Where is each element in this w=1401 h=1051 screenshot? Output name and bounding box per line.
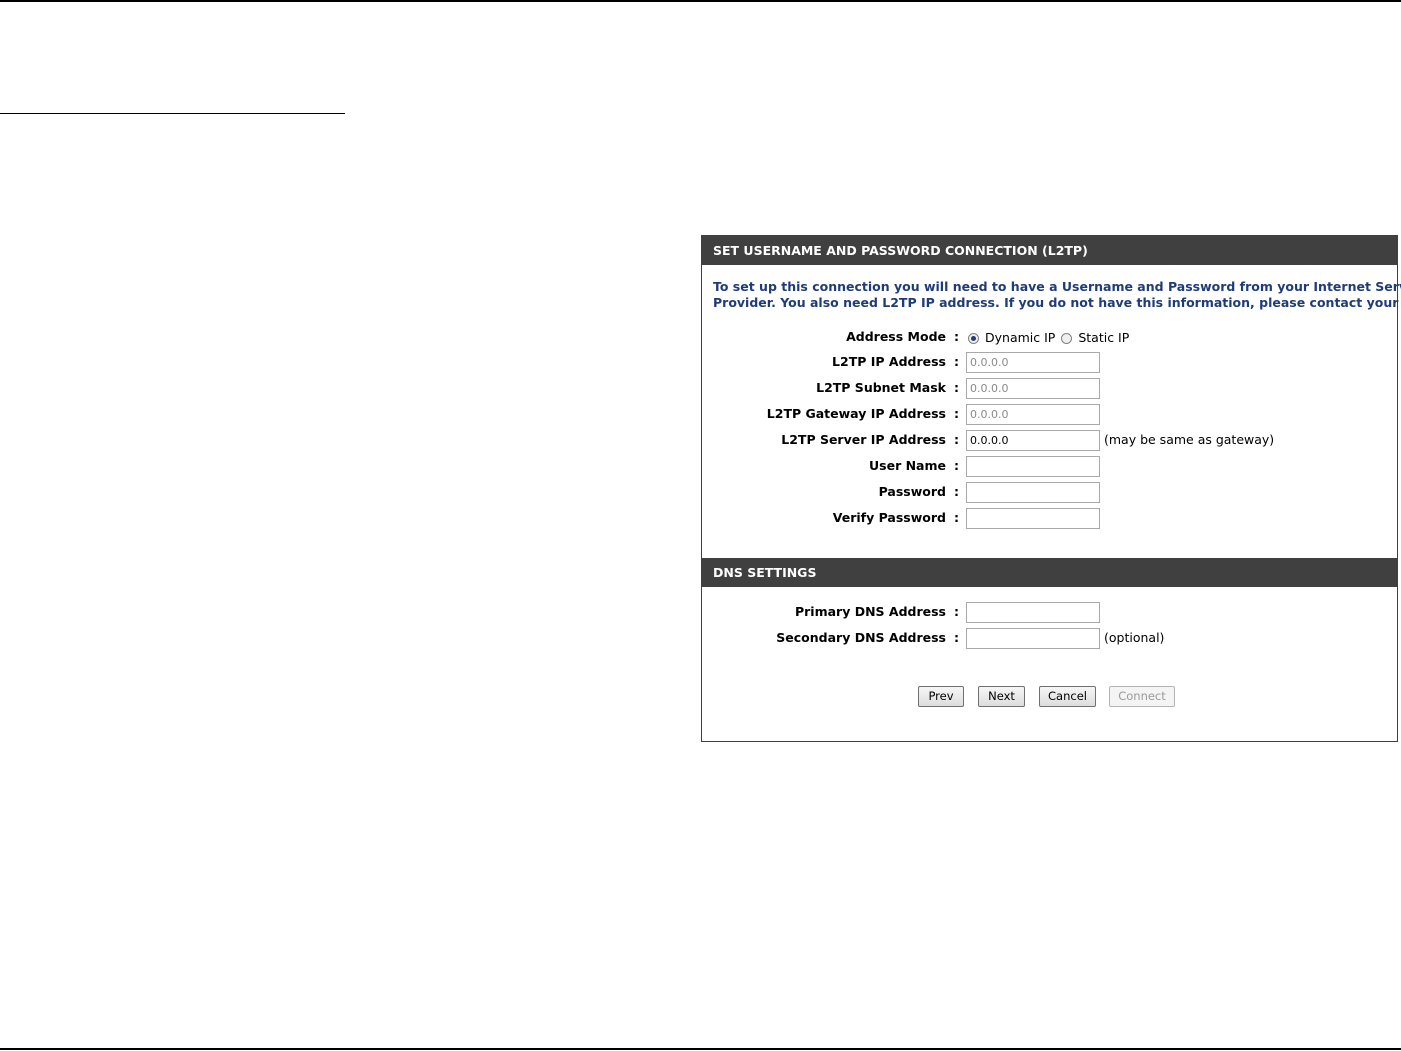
cancel-button[interactable]: Cancel [1039, 686, 1096, 707]
static-ip-label[interactable]: Static IP [1078, 328, 1129, 348]
colon: : [954, 406, 959, 421]
l2tp-server-row: L2TP Server IP Address : (may be same as… [702, 429, 1397, 451]
secondary-dns-note: (optional) [1104, 630, 1165, 645]
secondary-dns-row: Secondary DNS Address : (optional) [702, 627, 1397, 649]
colon: : [954, 380, 959, 395]
secondary-dns-label: Secondary DNS Address [776, 630, 946, 645]
colon: : [954, 604, 959, 619]
l2tp-server-input[interactable] [966, 430, 1100, 451]
secondary-dns-input[interactable] [966, 628, 1100, 649]
l2tp-gateway-input[interactable] [966, 404, 1100, 425]
section-title-underline [0, 113, 345, 114]
prev-button[interactable]: Prev [918, 686, 964, 707]
colon: : [954, 458, 959, 473]
l2tp-server-label: L2TP Server IP Address [781, 432, 946, 447]
l2tp-subnet-mask-row: L2TP Subnet Mask : [702, 377, 1397, 399]
l2tp-ip-address-row: L2TP IP Address : [702, 351, 1397, 373]
verify-password-label: Verify Password [832, 510, 946, 525]
colon: : [954, 354, 959, 369]
l2tp-subnet-mask-input[interactable] [966, 378, 1100, 399]
l2tp-gateway-row: L2TP Gateway IP Address : [702, 403, 1397, 425]
dns-section-header: DNS SETTINGS [702, 558, 1397, 587]
l2tp-intro-text: To set up this connection you will need … [713, 279, 1401, 311]
username-input[interactable] [966, 456, 1100, 477]
intro-line-2: Provider. You also need L2TP IP address.… [713, 295, 1401, 310]
colon: : [954, 484, 959, 499]
username-label: User Name [869, 458, 946, 473]
l2tp-subnet-mask-label: L2TP Subnet Mask [816, 380, 946, 395]
page-bottom-rule [0, 1048, 1401, 1050]
address-mode-radio-group: Dynamic IP Static IP [968, 328, 1135, 348]
l2tp-gateway-label: L2TP Gateway IP Address [766, 406, 946, 421]
address-mode-label: Address Mode [846, 329, 946, 344]
connect-button[interactable]: Connect [1109, 686, 1175, 707]
verify-password-input[interactable] [966, 508, 1100, 529]
password-input[interactable] [966, 482, 1100, 503]
l2tp-ip-address-label: L2TP IP Address [832, 354, 946, 369]
primary-dns-label: Primary DNS Address [794, 604, 946, 619]
l2tp-section-header: SET USERNAME AND PASSWORD CONNECTION (L2… [702, 236, 1397, 265]
username-row: User Name : [702, 455, 1397, 477]
password-label: Password [878, 484, 946, 499]
dynamic-ip-radio[interactable] [968, 332, 979, 344]
l2tp-server-note: (may be same as gateway) [1104, 432, 1275, 447]
intro-line-1: To set up this connection you will need … [713, 279, 1401, 294]
verify-password-row: Verify Password : [702, 507, 1397, 529]
colon: : [954, 510, 959, 525]
primary-dns-row: Primary DNS Address : [702, 601, 1397, 623]
colon: : [954, 630, 959, 645]
next-button[interactable]: Next [978, 686, 1025, 707]
l2tp-ip-address-input[interactable] [966, 352, 1100, 373]
password-row: Password : [702, 481, 1397, 503]
address-mode-row: Address Mode : Dynamic IP Static IP [702, 326, 1397, 348]
colon: : [954, 329, 959, 344]
static-ip-radio[interactable] [1061, 332, 1073, 344]
primary-dns-input[interactable] [966, 602, 1100, 623]
colon: : [954, 432, 959, 447]
l2tp-setup-panel: SET USERNAME AND PASSWORD CONNECTION (L2… [701, 235, 1401, 742]
dynamic-ip-label[interactable]: Dynamic IP [985, 328, 1055, 348]
page-top-rule [0, 0, 1401, 2]
